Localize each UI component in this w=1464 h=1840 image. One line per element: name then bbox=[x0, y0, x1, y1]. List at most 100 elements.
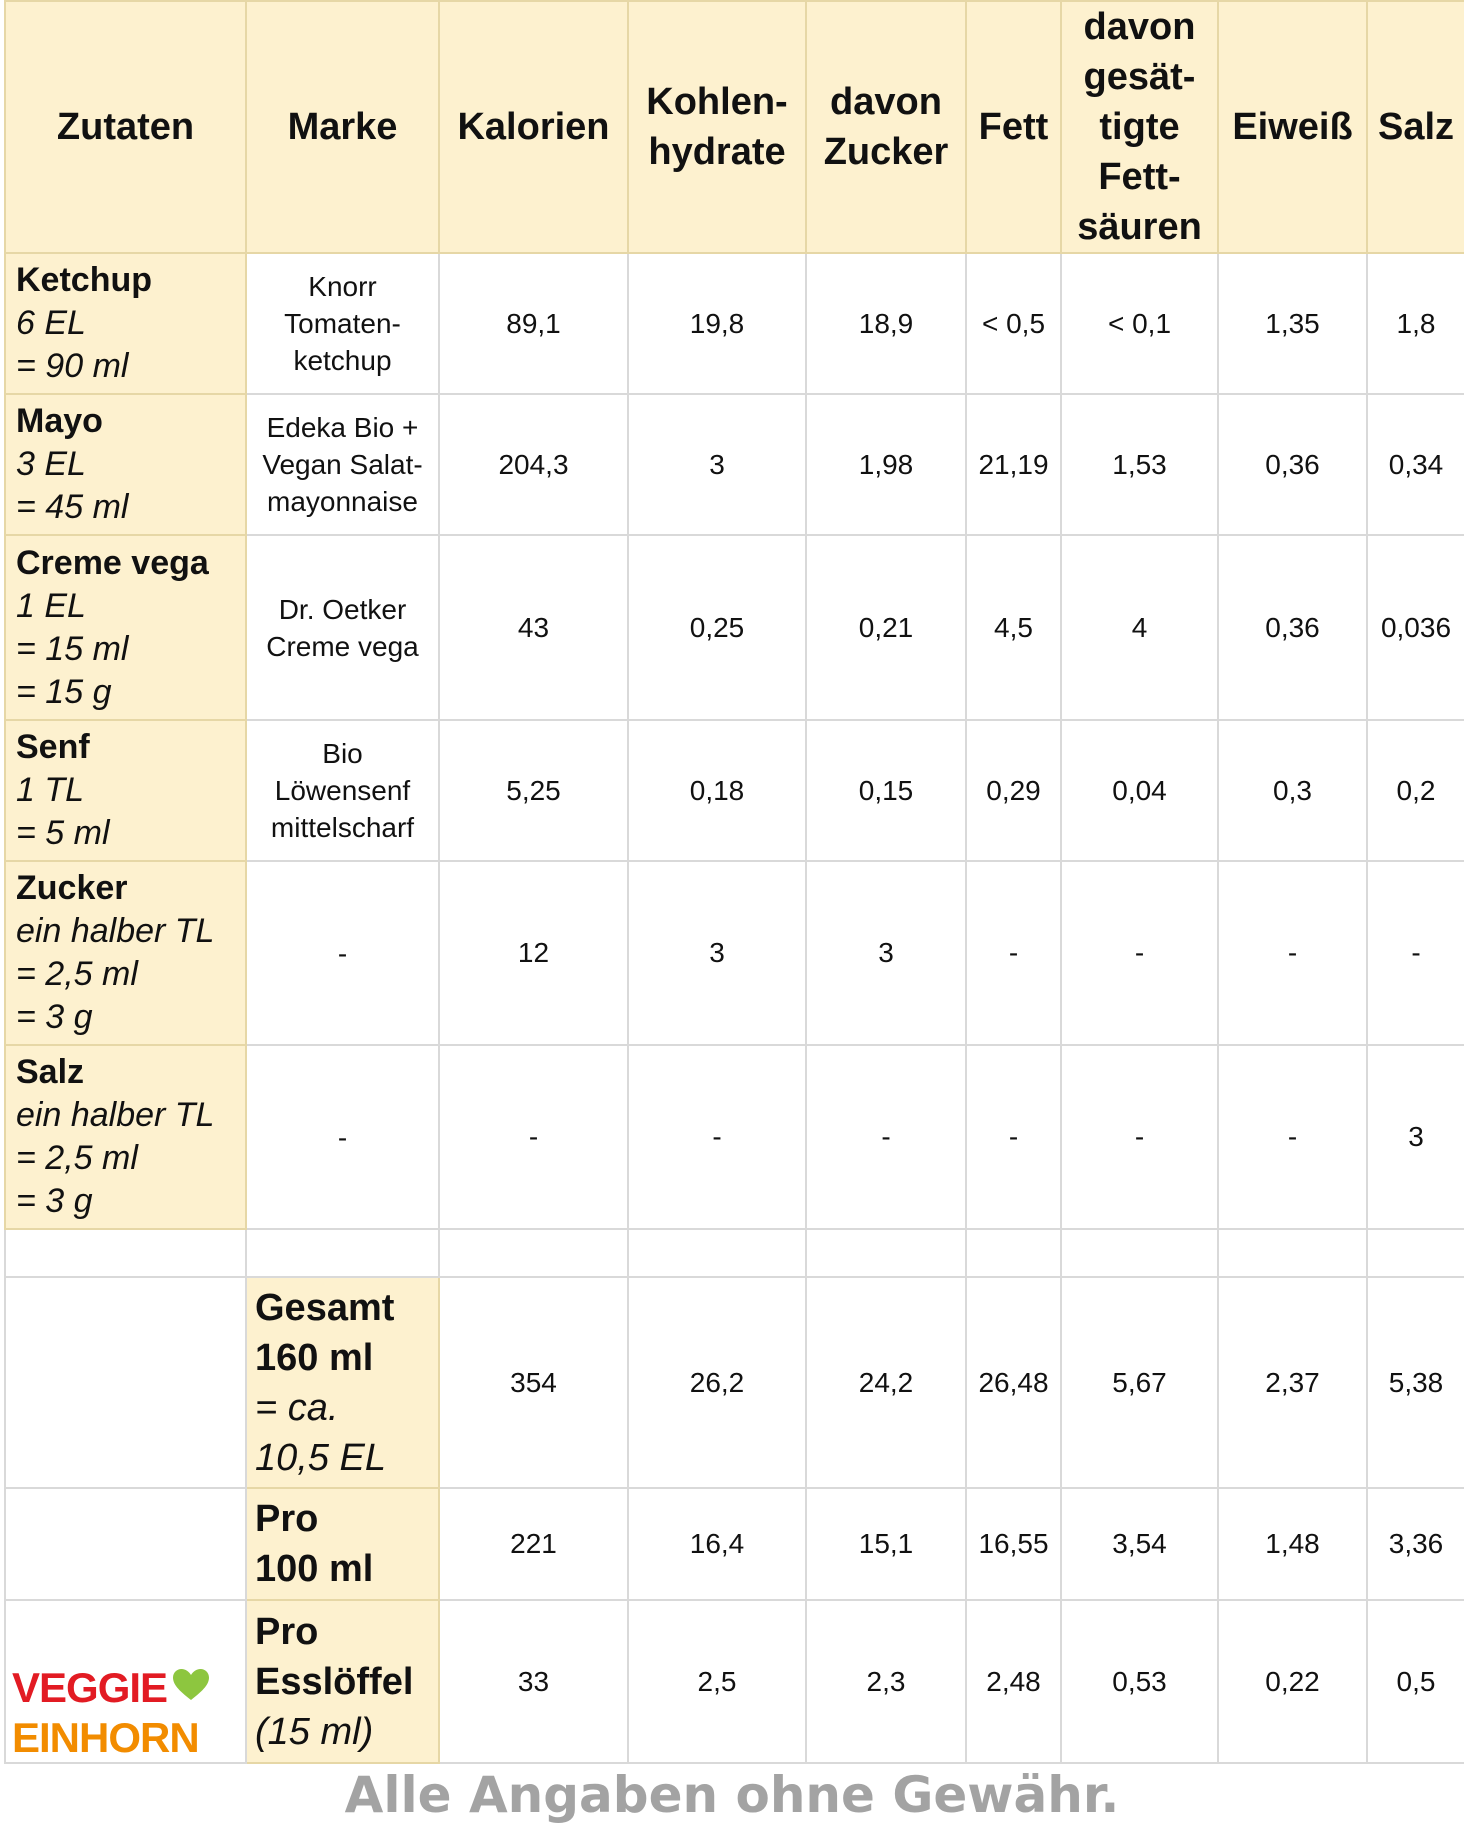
value-cell: 89,1 bbox=[438, 252, 629, 395]
ingredient-cell: Ketchup 6 EL = 90 ml bbox=[4, 252, 247, 395]
value-cell: - bbox=[965, 860, 1062, 1046]
logo-cell: VEGGIE EINHORN bbox=[4, 1599, 247, 1764]
logo-line1: VEGGIE bbox=[12, 1664, 168, 1711]
empty-cell bbox=[627, 1228, 807, 1278]
value-cell: 0,36 bbox=[1217, 534, 1368, 721]
value-cell: 3 bbox=[627, 860, 807, 1046]
ingredient-amount: 6 EL = 90 ml bbox=[16, 304, 129, 385]
value-cell: 16,4 bbox=[627, 1487, 807, 1601]
value-cell: 1,35 bbox=[1217, 252, 1368, 395]
header-salz: Salz bbox=[1366, 0, 1464, 254]
value-cell: 0,34 bbox=[1366, 393, 1464, 536]
summary-label: Gesamt 160 ml bbox=[255, 1286, 395, 1379]
value-cell: 2,48 bbox=[965, 1599, 1062, 1764]
value-cell: 4,5 bbox=[965, 534, 1062, 721]
ingredient-amount: 1 EL = 15 ml = 15 g bbox=[16, 586, 129, 711]
summary-sub: (15 ml) bbox=[255, 1710, 374, 1753]
value-cell: 21,19 bbox=[965, 393, 1062, 536]
ingredient-cell: Mayo 3 EL = 45 ml bbox=[4, 393, 247, 536]
value-cell: - bbox=[1217, 860, 1368, 1046]
table-row: Ketchup 6 EL = 90 ml Knorr Tomaten- ketc… bbox=[4, 252, 1464, 395]
value-cell: 3 bbox=[1366, 1044, 1464, 1230]
summary-label: Pro 100 ml bbox=[255, 1498, 374, 1590]
ingredient-amount: ein halber TL = 2,5 ml = 3 g bbox=[16, 912, 215, 1036]
value-cell: 19,8 bbox=[627, 252, 807, 395]
value-cell: 0,2 bbox=[1366, 719, 1464, 862]
value-cell: 4 bbox=[1060, 534, 1219, 721]
value-cell: 5,67 bbox=[1060, 1276, 1219, 1489]
value-cell: 33 bbox=[438, 1599, 629, 1764]
ingredient-name: Creme vega bbox=[16, 543, 209, 582]
brand-cell: Edeka Bio + Vegan Salat- mayonnaise bbox=[245, 393, 440, 536]
empty-cell bbox=[1060, 1228, 1219, 1278]
empty-cell bbox=[1217, 1228, 1368, 1278]
logo-line2: EINHORN bbox=[12, 1714, 200, 1761]
empty-cell bbox=[4, 1276, 247, 1489]
value-cell: 0,22 bbox=[1217, 1599, 1368, 1764]
value-cell: < 0,5 bbox=[965, 252, 1062, 395]
header-marke: Marke bbox=[245, 0, 440, 254]
summary-sub: = ca. 10,5 EL bbox=[255, 1386, 386, 1479]
ingredient-cell: Senf 1 TL = 5 ml bbox=[4, 719, 247, 862]
empty-cell bbox=[4, 1228, 247, 1278]
value-cell: 5,25 bbox=[438, 719, 629, 862]
value-cell: 24,2 bbox=[805, 1276, 967, 1489]
value-cell: 0,5 bbox=[1366, 1599, 1464, 1764]
value-cell: 0,25 bbox=[627, 534, 807, 721]
value-cell: - bbox=[1060, 860, 1219, 1046]
ingredient-amount: ein halber TL = 2,5 ml = 3 g bbox=[16, 1096, 215, 1220]
header-row: Zutaten Marke Kalorien Kohlen- hydrate d… bbox=[4, 0, 1464, 254]
value-cell: 15,1 bbox=[805, 1487, 967, 1601]
summary-label: Pro Esslöffel bbox=[255, 1610, 414, 1703]
header-zutaten: Zutaten bbox=[4, 0, 247, 254]
table-row: Senf 1 TL = 5 ml Bio Löwensenf mittelsch… bbox=[4, 719, 1464, 862]
value-cell: - bbox=[1366, 860, 1464, 1046]
ingredient-name: Mayo bbox=[16, 402, 103, 440]
ingredient-amount: 3 EL = 45 ml bbox=[16, 445, 129, 526]
header-gesaettigte-fettsaeuren: davon gesät- tigte Fett- säuren bbox=[1060, 0, 1219, 254]
value-cell: 3 bbox=[627, 393, 807, 536]
value-cell: 5,38 bbox=[1366, 1276, 1464, 1489]
value-cell: 2,37 bbox=[1217, 1276, 1368, 1489]
header-eiweiss: Eiweiß bbox=[1217, 0, 1368, 254]
value-cell: - bbox=[438, 1044, 629, 1230]
brand-cell: - bbox=[245, 1044, 440, 1230]
header-zucker: davon Zucker bbox=[805, 0, 967, 254]
table-row: Mayo 3 EL = 45 ml Edeka Bio + Vegan Sala… bbox=[4, 393, 1464, 536]
ingredient-name: Senf bbox=[16, 728, 90, 766]
value-cell: 1,48 bbox=[1217, 1487, 1368, 1601]
brand-cell: Knorr Tomaten- ketchup bbox=[245, 252, 440, 395]
table-row: Salz ein halber TL = 2,5 ml = 3 g - - - … bbox=[4, 1044, 1464, 1230]
empty-cell bbox=[805, 1228, 967, 1278]
value-cell: 1,53 bbox=[1060, 393, 1219, 536]
value-cell: 0,36 bbox=[1217, 393, 1368, 536]
empty-cell bbox=[1366, 1228, 1464, 1278]
summary-label-cell: Pro 100 ml bbox=[245, 1487, 440, 1601]
header-kalorien: Kalorien bbox=[438, 0, 629, 254]
value-cell: 204,3 bbox=[438, 393, 629, 536]
value-cell: 221 bbox=[438, 1487, 629, 1601]
disclaimer-text: Alle Angaben ohne Gewähr. bbox=[344, 1766, 1120, 1824]
value-cell: 0,3 bbox=[1217, 719, 1368, 862]
value-cell: 0,15 bbox=[805, 719, 967, 862]
empty-cell bbox=[245, 1228, 440, 1278]
brand-cell: Dr. Oetker Creme vega bbox=[245, 534, 440, 721]
ingredient-cell: Salz ein halber TL = 2,5 ml = 3 g bbox=[4, 1044, 247, 1230]
value-cell: 3,54 bbox=[1060, 1487, 1219, 1601]
ingredient-name: Ketchup bbox=[16, 261, 152, 299]
heart-icon bbox=[172, 1668, 210, 1718]
value-cell: 0,036 bbox=[1366, 534, 1464, 721]
summary-row: Gesamt 160 ml = ca. 10,5 EL 354 26,2 24,… bbox=[4, 1276, 1464, 1489]
value-cell: 354 bbox=[438, 1276, 629, 1489]
value-cell: 16,55 bbox=[965, 1487, 1062, 1601]
ingredient-name: Salz bbox=[16, 1053, 85, 1091]
empty-cell bbox=[4, 1487, 247, 1601]
value-cell: 0,29 bbox=[965, 719, 1062, 862]
value-cell: 3,36 bbox=[1366, 1487, 1464, 1601]
brand-cell: Bio Löwensenf mittelscharf bbox=[245, 719, 440, 862]
header-fett: Fett bbox=[965, 0, 1062, 254]
value-cell: 18,9 bbox=[805, 252, 967, 395]
value-cell: 2,3 bbox=[805, 1599, 967, 1764]
value-cell: - bbox=[805, 1044, 967, 1230]
ingredient-name: Zucker bbox=[16, 869, 128, 907]
